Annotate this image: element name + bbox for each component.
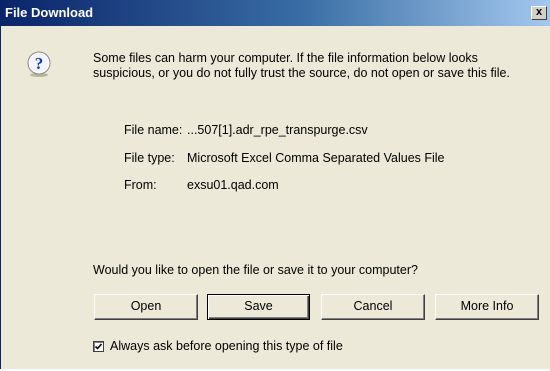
checkmark-icon	[94, 342, 103, 350]
more-info-button[interactable]: More Info	[435, 294, 539, 320]
title-bar[interactable]: File Download x	[1, 0, 550, 26]
from-label: From:	[124, 178, 157, 192]
from-value: exsu01.qad.com	[187, 178, 279, 192]
cancel-button[interactable]: Cancel	[321, 294, 425, 320]
dialog-body: ? Some files can harm your computer. If …	[1, 26, 550, 369]
file-name-value: ...507[1].adr_rpe_transpurge.csv	[187, 123, 368, 137]
save-prompt: Would you like to open the file or save …	[93, 263, 418, 277]
always-ask-label: Always ask before opening this type of f…	[110, 339, 343, 353]
always-ask-option[interactable]: Always ask before opening this type of f…	[93, 339, 343, 353]
file-type-value: Microsoft Excel Comma Separated Values F…	[187, 151, 445, 165]
file-download-dialog: File Download x ? Some files can harm yo…	[0, 0, 550, 369]
save-button[interactable]: Save	[207, 294, 310, 320]
question-icon: ?	[25, 50, 53, 78]
close-icon: x	[535, 6, 543, 18]
file-type-label: File type:	[124, 151, 175, 165]
dialog-title: File Download	[5, 5, 94, 20]
file-type-row: File type: Microsoft Excel Comma Separate…	[124, 151, 445, 165]
close-button[interactable]: x	[531, 6, 547, 20]
from-row: From: exsu01.qad.com	[124, 178, 279, 192]
file-name-row: File name: ...507[1].adr_rpe_transpurge.c…	[124, 123, 368, 137]
open-button[interactable]: Open	[94, 294, 198, 320]
svg-text:?: ?	[35, 54, 44, 73]
file-name-label: File name:	[124, 123, 183, 137]
always-ask-checkbox[interactable]	[93, 340, 104, 352]
warning-message: Some files can harm your computer. If th…	[93, 51, 510, 80]
